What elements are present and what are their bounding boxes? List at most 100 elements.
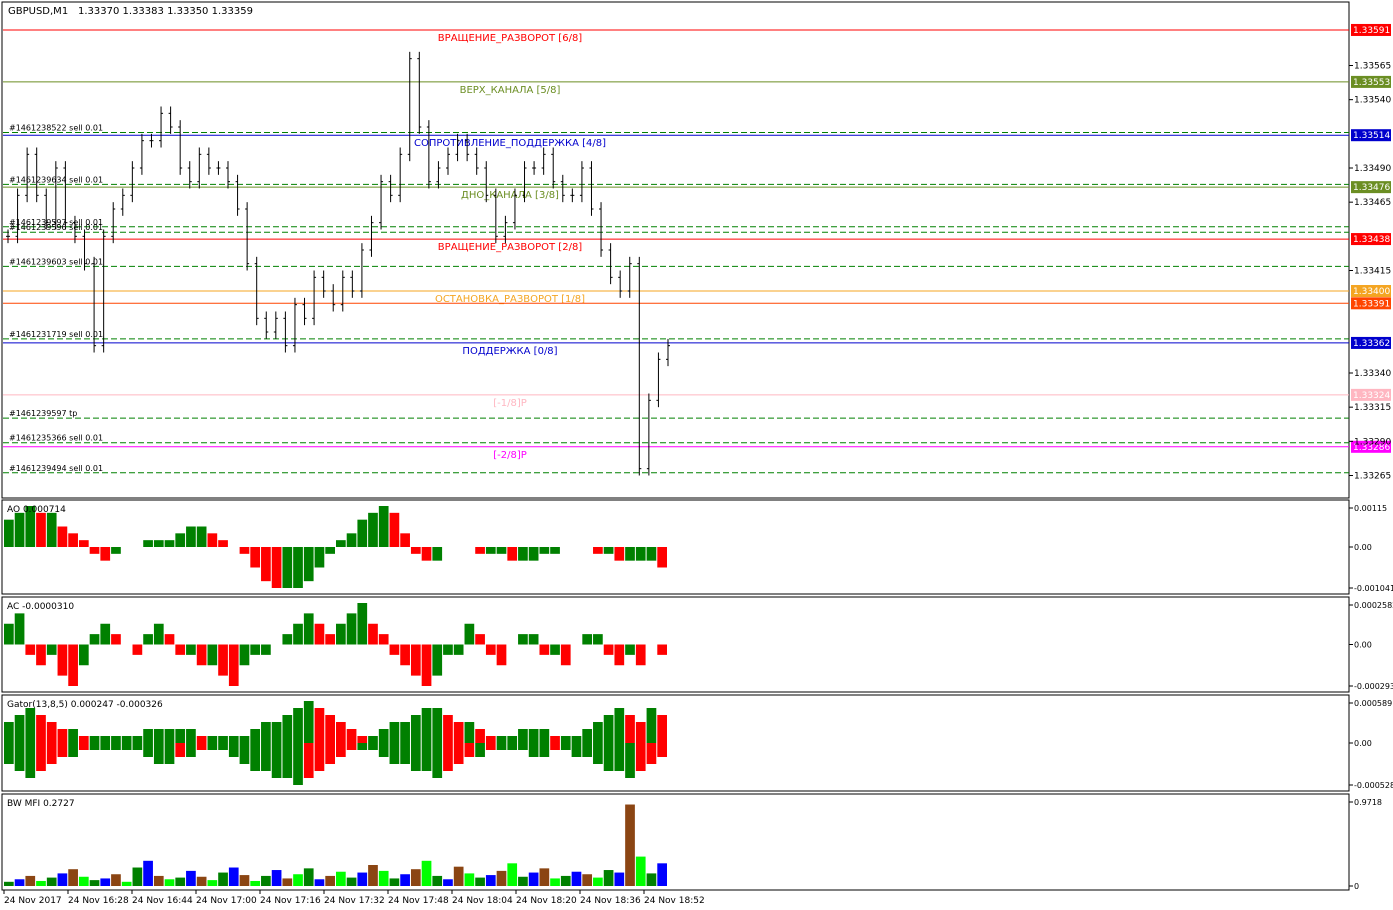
mfi-bar <box>357 872 368 886</box>
mfi-bar <box>303 868 314 886</box>
ao-label: AO 0.000714 <box>7 505 66 515</box>
osc-bar <box>560 644 571 666</box>
osc-bar <box>100 623 111 645</box>
osc-bar <box>646 547 657 561</box>
gator-upper-bar <box>186 729 196 743</box>
osc-tick-label: 0.9718 <box>1354 798 1382 807</box>
osc-bar <box>207 533 218 547</box>
gator-upper-bar <box>325 715 335 743</box>
gator-lower-bar <box>464 743 475 757</box>
time-label: 24 Nov 18:36 <box>580 896 641 906</box>
gator-upper-bar <box>68 729 78 743</box>
mfi-bar <box>368 865 378 886</box>
mfi-bar <box>89 880 100 886</box>
gator-lower-bar <box>175 743 186 757</box>
gator-lower-bar <box>68 743 78 757</box>
gator-upper-bar <box>593 722 603 743</box>
osc-bar <box>4 519 14 547</box>
gator-upper-bar <box>153 729 164 743</box>
gator-upper-bar <box>228 736 239 743</box>
gator-lower-bar <box>186 743 196 757</box>
gator-upper-bar <box>475 729 485 743</box>
mfi-bar <box>560 875 571 886</box>
mfi-bar <box>625 804 635 886</box>
gator-upper-bar <box>164 729 175 743</box>
gator-upper-bar <box>560 736 571 743</box>
osc-bar <box>111 634 121 645</box>
osc-bar <box>303 613 314 645</box>
gator-lower-bar <box>303 743 314 778</box>
osc-bar <box>400 644 410 666</box>
gator-lower-bar <box>496 743 507 750</box>
osc-bar <box>614 547 625 561</box>
gator-lower-bar <box>153 743 164 764</box>
osc-bar <box>325 634 335 645</box>
gator-lower-bar <box>560 743 571 750</box>
osc-bar <box>389 644 400 655</box>
mfi-bar <box>4 881 14 886</box>
osc-bar <box>164 634 175 645</box>
gator-upper-bar <box>657 715 667 743</box>
gator-lower-bar <box>282 743 293 778</box>
gator-lower-bar <box>635 743 646 771</box>
level-price-label: 1.33553 <box>1353 78 1390 88</box>
osc-bar <box>635 547 646 561</box>
time-label: 24 Nov 18:04 <box>452 896 513 906</box>
osc-bar <box>603 547 614 554</box>
level-label: СОПРОТИВЛЕНИЕ_ПОДДЕРЖКА [4/8] <box>414 138 606 149</box>
gator-upper-bar <box>368 736 378 743</box>
mt4-chart[interactable]: ВРАЩЕНИЕ_РАЗВОРОТ [6/8] 1.33591 ВЕРХ_КАНАЛ… <box>0 0 1393 910</box>
osc-bar <box>378 506 389 547</box>
gator-upper-bar <box>314 708 325 743</box>
gator-upper-bar <box>550 736 560 743</box>
osc-bar <box>550 644 560 655</box>
gator-lower-bar <box>4 743 14 764</box>
osc-bar <box>186 644 196 655</box>
order-label: #1461239494 sell 0.01 <box>9 464 103 473</box>
osc-tick-label: -0.001041 <box>1354 584 1393 593</box>
time-label: 24 Nov 16:28 <box>68 896 129 906</box>
mfi-bar <box>46 877 57 886</box>
gator-lower-bar <box>550 743 560 750</box>
osc-bar <box>593 634 603 645</box>
osc-bar <box>14 512 25 547</box>
gator-upper-bar <box>646 708 657 743</box>
gator-upper-bar <box>132 736 143 743</box>
gator-upper-bar <box>389 722 400 743</box>
osc-bar <box>282 634 293 645</box>
price-tick-label: 1.33265 <box>1354 472 1391 482</box>
osc-bar <box>271 547 282 588</box>
gator-lower-bar <box>625 743 635 778</box>
mfi-bar <box>550 878 560 886</box>
mfi-bar <box>603 870 614 886</box>
time-label: 24 Nov 17:32 <box>324 896 385 906</box>
gator-upper-bar <box>271 722 282 743</box>
gator-upper-bar <box>582 729 593 743</box>
gator-lower-bar <box>164 743 175 764</box>
mfi-bar <box>378 870 389 886</box>
level-label: ВРАЩЕНИЕ_РАЗВОРОТ [6/8] <box>438 33 583 44</box>
osc-bar <box>218 644 228 676</box>
osc-bar <box>153 540 164 547</box>
osc-bar <box>368 512 378 547</box>
osc-bar <box>250 547 261 568</box>
osc-bar <box>89 634 100 645</box>
level-price-label: 1.33391 <box>1353 299 1390 309</box>
time-label: 24 Nov 2017 <box>4 896 62 906</box>
gator-lower-bar <box>121 743 132 750</box>
osc-bar <box>143 634 153 645</box>
osc-bar <box>603 644 614 655</box>
osc-tick-label: 0.00 <box>1354 641 1372 650</box>
gator-lower-bar <box>571 743 582 757</box>
osc-bar <box>518 634 528 645</box>
osc-tick-label: 0.00115 <box>1354 504 1387 513</box>
osc-bar <box>346 533 357 547</box>
gator-upper-bar <box>539 729 550 743</box>
gator-upper-bar <box>464 722 475 743</box>
mfi-bar <box>239 875 250 886</box>
osc-bar <box>357 519 368 547</box>
price-tick-label: 1.33415 <box>1354 267 1391 277</box>
gator-lower-bar <box>646 743 657 764</box>
order-label: #1461238522 sell 0.01 <box>9 123 103 132</box>
osc-bar <box>89 547 100 554</box>
